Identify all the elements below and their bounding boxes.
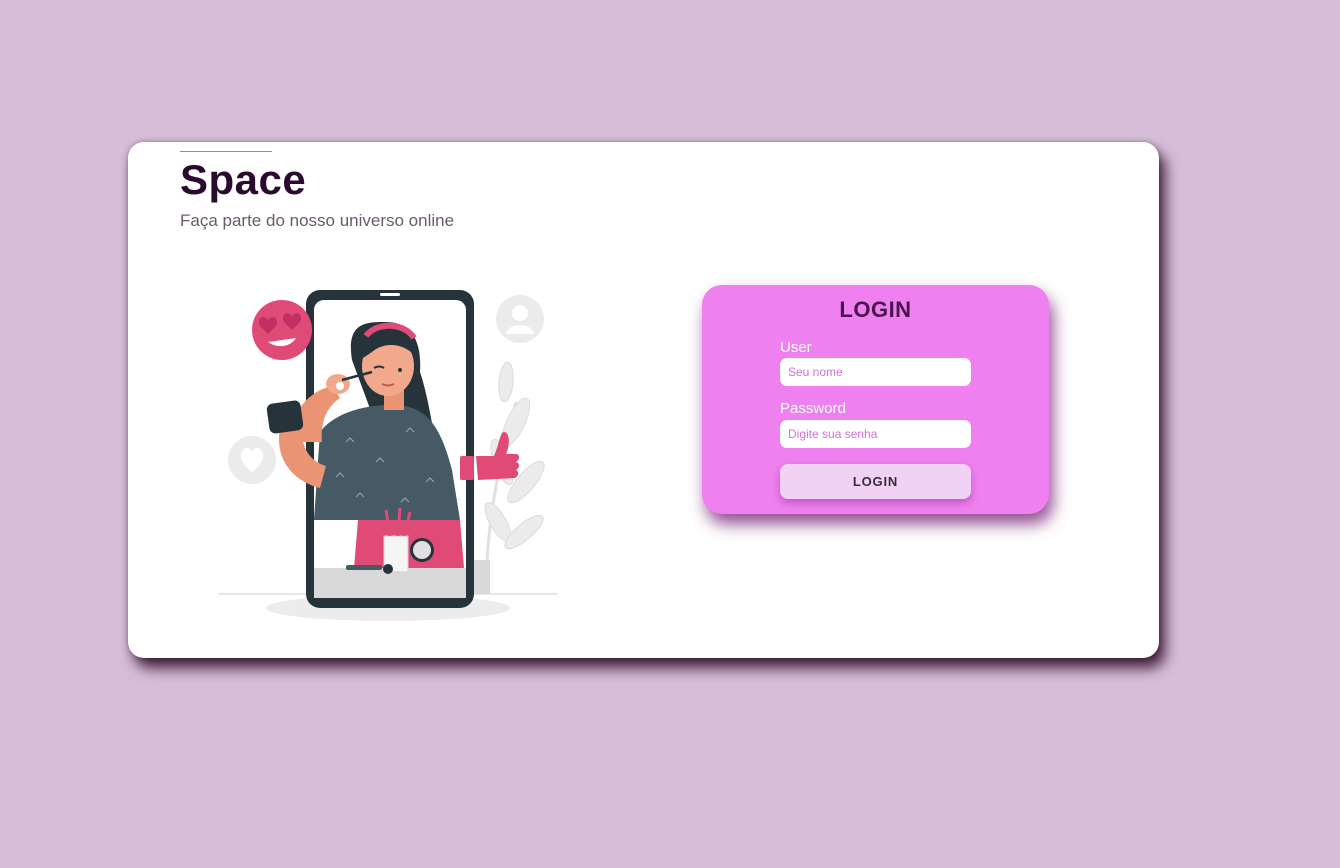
password-label: Password [780, 400, 846, 417]
login-button[interactable]: LOGIN [780, 464, 971, 499]
brand-title: Space [180, 156, 307, 203]
brand-subtitle: Faça parte do nosso universo online [180, 211, 455, 230]
heart-icon [228, 436, 276, 484]
heart-eyes-emoji-icon [252, 300, 312, 360]
user-avatar-icon [496, 295, 544, 343]
password-input[interactable] [780, 420, 971, 448]
user-label: User [780, 339, 812, 356]
login-title: LOGIN [839, 297, 912, 322]
brand-divider [180, 151, 272, 152]
main-card: Space Faça parte do nosso universo onlin… [128, 142, 1159, 658]
social-media-illustration [218, 290, 558, 621]
login-panel: LOGIN User Password LOGIN [702, 285, 1049, 514]
user-input[interactable] [780, 358, 971, 386]
